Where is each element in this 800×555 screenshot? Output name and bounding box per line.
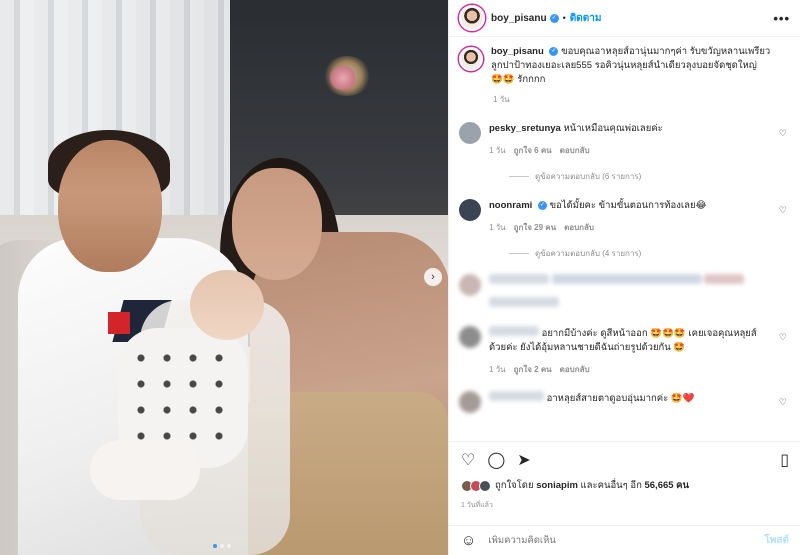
baby-outfit-pattern: [128, 345, 238, 455]
username-link[interactable]: boy_pisanu: [491, 13, 547, 24]
post-timestamp[interactable]: 1 วันที่แล้ว: [461, 500, 493, 511]
avatar[interactable]: [459, 122, 481, 144]
reply-button[interactable]: ตอบกลับ: [564, 221, 594, 235]
comment-username[interactable]: pesky_sretunya: [489, 123, 561, 134]
carousel-dots: [213, 544, 231, 548]
comment-time: 1 วัน: [489, 223, 506, 232]
avatar: [479, 479, 491, 492]
likes-count[interactable]: 56,665 คน: [644, 480, 689, 491]
comment-icon[interactable]: ◯: [487, 450, 505, 470]
more-icon[interactable]: •••: [773, 11, 790, 26]
blurred-text: [489, 274, 549, 284]
emoji-icon[interactable]: ☺: [461, 532, 476, 549]
post-actions: ♡ ◯ ➤ ▯: [449, 441, 800, 477]
avatar[interactable]: [459, 5, 485, 31]
comment-item: อยากมีบ้างค่ะ ดูสีหน้าออก 🤩🤩🤩 เคยเจอคุณห…: [459, 326, 791, 377]
reply-button[interactable]: ตอบกลับ: [560, 144, 590, 158]
comment-item: noonrami ✓ ขอได้มั้ยคะ ข้ามขั้นตอนการท้อ…: [459, 199, 791, 235]
avatar[interactable]: [459, 391, 481, 413]
flower-vase: [328, 66, 358, 90]
replies-line: [509, 253, 529, 254]
verified-icon: ✓: [549, 46, 559, 56]
carousel-dot: [220, 544, 224, 548]
verified-icon: ✓: [537, 200, 547, 210]
avatar: [459, 274, 481, 296]
comment-likes[interactable]: ถูกใจ 2 คน: [514, 363, 552, 377]
caption-time: 1 วัน: [493, 95, 510, 104]
reply-button[interactable]: ตอบกลับ: [560, 363, 590, 377]
likes-mid: และคนอื่นๆ อีก: [580, 480, 642, 491]
chevron-right-icon[interactable]: ›: [424, 268, 442, 286]
comment-username[interactable]: noonrami: [489, 200, 532, 211]
comment-item: อาหลุยส์สายตาดูอบอุ่นมากค่ะ 🤩❤️ ♡: [459, 391, 791, 413]
post-photo[interactable]: [0, 0, 448, 555]
post-button[interactable]: โพสต์: [764, 533, 789, 548]
carousel-dot: [227, 544, 231, 548]
caption-username[interactable]: boy_pisanu: [491, 46, 544, 57]
bookmark-icon[interactable]: ▯: [780, 450, 789, 470]
comment-time: 1 วัน: [489, 365, 506, 374]
view-replies-label[interactable]: ดูข้อความตอบกลับ (6 รายการ): [535, 170, 641, 183]
comment-likes[interactable]: ถูกใจ 29 คน: [514, 221, 556, 235]
post-header: boy_pisanu ✓ • ติดตาม •••: [449, 0, 800, 37]
comment-input[interactable]: [488, 535, 729, 546]
post-panel: boy_pisanu ✓ • ติดตาม ••• boy_pisanu ✓ ข…: [448, 0, 800, 555]
heart-icon[interactable]: ♡: [461, 450, 475, 470]
view-replies[interactable]: ดูข้อความตอบกลับ (6 รายการ): [509, 170, 791, 183]
likes-prefix: ถูกใจโดย: [495, 480, 534, 491]
caption: boy_pisanu ✓ ขอบคุณอาหลุยส์อานุ่นมากๆค่า…: [459, 45, 791, 87]
caption-text: boy_pisanu ✓ ขอบคุณอาหลุยส์อานุ่นมากๆค่า…: [491, 45, 771, 87]
separator-dot: •: [562, 13, 566, 23]
follow-button[interactable]: ติดตาม: [570, 11, 602, 26]
woman-face: [232, 168, 322, 280]
baby-face: [190, 270, 264, 340]
man-face: [58, 140, 162, 272]
liked-by-user[interactable]: soniapim: [536, 480, 578, 491]
blurred-text: [704, 274, 745, 284]
avatar[interactable]: [459, 326, 481, 348]
comment-time: 1 วัน: [489, 146, 506, 155]
likes-summary[interactable]: ถูกใจโดย soniapim และคนอื่นๆ อีก 56,665 …: [461, 478, 689, 493]
comment-text: ขอได้มั้ยคะ ข้ามขั้นตอนการท้องเลย😂: [549, 200, 707, 211]
blurred-text: [551, 274, 702, 284]
share-icon[interactable]: ➤: [517, 450, 530, 470]
heart-icon[interactable]: ♡: [779, 205, 787, 216]
comment-text: อาหลุยส์สายตาดูอบอุ่นมากค่ะ 🤩❤️: [546, 393, 695, 404]
comment-text: หน้าเหมือนคุณพ่อเลยค่ะ: [563, 123, 663, 134]
replies-line: [509, 176, 529, 177]
blurred-username: [489, 391, 544, 401]
baby-legs: [90, 440, 200, 500]
avatar[interactable]: [459, 199, 481, 221]
comment-item-blurred: [459, 274, 791, 312]
carousel-dot-active: [213, 544, 217, 548]
comment-likes[interactable]: ถูกใจ 6 คน: [514, 144, 552, 158]
comments-feed[interactable]: boy_pisanu ✓ ขอบคุณอาหลุยส์อานุ่นมากๆค่า…: [449, 37, 800, 441]
heart-icon[interactable]: ♡: [779, 332, 787, 343]
shirt-logo-red: [108, 312, 130, 334]
heart-icon[interactable]: ♡: [779, 397, 787, 408]
view-replies[interactable]: ดูข้อความตอบกลับ (4 รายการ): [509, 247, 791, 260]
blurred-text: [489, 297, 559, 307]
blurred-username: [489, 326, 539, 336]
comment-box: ☺ โพสต์: [449, 525, 800, 555]
verified-icon: ✓: [549, 13, 559, 23]
heart-icon[interactable]: ♡: [779, 128, 787, 139]
comment-item: pesky_sretunya หน้าเหมือนคุณพ่อเลยค่ะ 1 …: [459, 122, 791, 158]
avatar[interactable]: [459, 47, 483, 71]
view-replies-label[interactable]: ดูข้อความตอบกลับ (4 รายการ): [535, 247, 641, 260]
